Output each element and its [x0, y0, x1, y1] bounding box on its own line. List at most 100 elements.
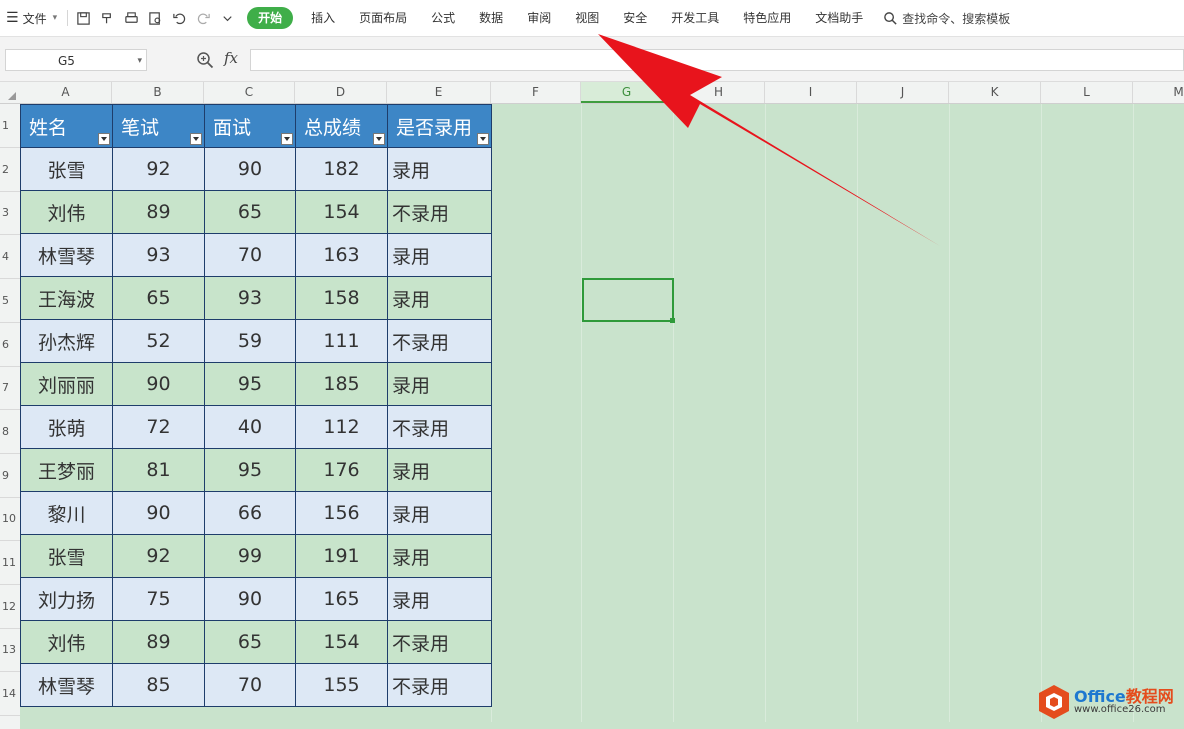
table-cell[interactable]: 录用: [387, 362, 492, 406]
column-header-e[interactable]: E: [387, 82, 491, 103]
redo-icon[interactable]: [196, 11, 211, 26]
tab-formulas[interactable]: 公式: [419, 7, 467, 29]
table-cell[interactable]: 刘伟: [20, 190, 113, 234]
row-header-2[interactable]: 2: [0, 148, 20, 192]
table-cell[interactable]: 王梦丽: [20, 448, 113, 492]
table-cell[interactable]: 张雪: [20, 534, 113, 578]
table-cell[interactable]: 70: [204, 663, 296, 707]
table-cell[interactable]: 185: [295, 362, 388, 406]
table-cell[interactable]: 165: [295, 577, 388, 621]
table-cell[interactable]: 93: [204, 276, 296, 320]
table-cell[interactable]: 75: [112, 577, 205, 621]
table-cell[interactable]: 191: [295, 534, 388, 578]
header-total-score[interactable]: 总成绩: [295, 104, 388, 148]
active-cell-selection[interactable]: [582, 278, 675, 323]
row-header-8[interactable]: 8: [0, 410, 20, 454]
table-cell[interactable]: 不录用: [387, 663, 492, 707]
table-cell[interactable]: 176: [295, 448, 388, 492]
table-cell[interactable]: 录用: [387, 577, 492, 621]
header-interview[interactable]: 面试: [204, 104, 296, 148]
row-header-11[interactable]: 11: [0, 541, 20, 585]
tab-developer[interactable]: 开发工具: [659, 7, 731, 29]
table-cell[interactable]: 90: [204, 577, 296, 621]
table-cell[interactable]: 王海波: [20, 276, 113, 320]
table-cell[interactable]: 65: [204, 620, 296, 664]
table-cell[interactable]: 90: [112, 362, 205, 406]
column-header-m[interactable]: M: [1133, 82, 1184, 103]
table-cell[interactable]: 录用: [387, 233, 492, 277]
table-cell[interactable]: 163: [295, 233, 388, 277]
command-search[interactable]: 查找命令、搜索模板: [883, 10, 1010, 27]
column-header-l[interactable]: L: [1041, 82, 1133, 103]
column-header-i[interactable]: I: [765, 82, 857, 103]
row-header-5[interactable]: 5: [0, 279, 20, 323]
table-cell[interactable]: 154: [295, 190, 388, 234]
table-cell[interactable]: 154: [295, 620, 388, 664]
table-cell[interactable]: 99: [204, 534, 296, 578]
column-header-f[interactable]: F: [491, 82, 581, 103]
table-cell[interactable]: 张雪: [20, 147, 113, 191]
print-icon[interactable]: [124, 11, 139, 26]
table-cell[interactable]: 刘力扬: [20, 577, 113, 621]
file-menu[interactable]: ☰ 文件 ▾: [6, 10, 57, 27]
table-cell[interactable]: 林雪琴: [20, 233, 113, 277]
zoom-formula-icon[interactable]: [196, 51, 214, 69]
chevron-down-icon[interactable]: ▾: [137, 50, 142, 72]
formula-input[interactable]: [250, 49, 1184, 71]
tab-special-apps[interactable]: 特色应用: [731, 7, 803, 29]
table-cell[interactable]: 156: [295, 491, 388, 535]
table-cell[interactable]: 录用: [387, 147, 492, 191]
save-icon[interactable]: [76, 11, 91, 26]
table-cell[interactable]: 182: [295, 147, 388, 191]
table-cell[interactable]: 95: [204, 448, 296, 492]
table-cell[interactable]: 刘伟: [20, 620, 113, 664]
table-cell[interactable]: 不录用: [387, 190, 492, 234]
table-cell[interactable]: 不录用: [387, 319, 492, 363]
filter-dropdown-icon[interactable]: [373, 133, 385, 145]
column-header-j[interactable]: J: [857, 82, 949, 103]
table-cell[interactable]: 林雪琴: [20, 663, 113, 707]
table-cell[interactable]: 155: [295, 663, 388, 707]
row-header-12[interactable]: 12: [0, 585, 20, 629]
table-cell[interactable]: 张萌: [20, 405, 113, 449]
column-header-a[interactable]: A: [20, 82, 112, 103]
select-all-corner[interactable]: [0, 82, 20, 103]
table-cell[interactable]: 90: [204, 147, 296, 191]
table-cell[interactable]: 40: [204, 405, 296, 449]
table-cell[interactable]: 65: [112, 276, 205, 320]
column-header-k[interactable]: K: [949, 82, 1041, 103]
fill-handle[interactable]: [670, 318, 675, 323]
header-written-test[interactable]: 笔试: [112, 104, 205, 148]
filter-dropdown-icon[interactable]: [98, 133, 110, 145]
table-cell[interactable]: 111: [295, 319, 388, 363]
header-name[interactable]: 姓名: [20, 104, 113, 148]
row-header-10[interactable]: 10: [0, 497, 20, 542]
header-hired[interactable]: 是否录用: [387, 104, 492, 148]
tab-page-layout[interactable]: 页面布局: [347, 7, 419, 29]
table-cell[interactable]: 95: [204, 362, 296, 406]
cell-grid[interactable]: 姓名 笔试 面试 总成绩 是否录用 张雪 92 90 182 录用 刘伟 89 65 154 不录…: [20, 104, 1184, 729]
table-cell[interactable]: 92: [112, 147, 205, 191]
table-cell[interactable]: 90: [112, 491, 205, 535]
table-cell[interactable]: 不录用: [387, 620, 492, 664]
table-cell[interactable]: 录用: [387, 491, 492, 535]
table-cell[interactable]: 刘丽丽: [20, 362, 113, 406]
column-header-c[interactable]: C: [204, 82, 295, 103]
table-cell[interactable]: 录用: [387, 448, 492, 492]
table-cell[interactable]: 70: [204, 233, 296, 277]
tab-home[interactable]: 开始: [247, 7, 294, 29]
tab-security[interactable]: 安全: [611, 7, 659, 29]
insert-function-button[interactable]: fx: [224, 49, 238, 67]
row-header-3[interactable]: 3: [0, 191, 20, 236]
row-header-7[interactable]: 7: [0, 366, 20, 411]
table-cell[interactable]: 不录用: [387, 405, 492, 449]
table-cell[interactable]: 59: [204, 319, 296, 363]
column-header-g[interactable]: G: [581, 82, 673, 103]
row-header-6[interactable]: 6: [0, 323, 20, 367]
customize-toolbar-icon[interactable]: [220, 11, 235, 26]
table-cell[interactable]: 65: [204, 190, 296, 234]
row-header-4[interactable]: 4: [0, 235, 20, 280]
table-cell[interactable]: 89: [112, 620, 205, 664]
filter-dropdown-icon[interactable]: [477, 133, 489, 145]
column-header-b[interactable]: B: [112, 82, 204, 103]
